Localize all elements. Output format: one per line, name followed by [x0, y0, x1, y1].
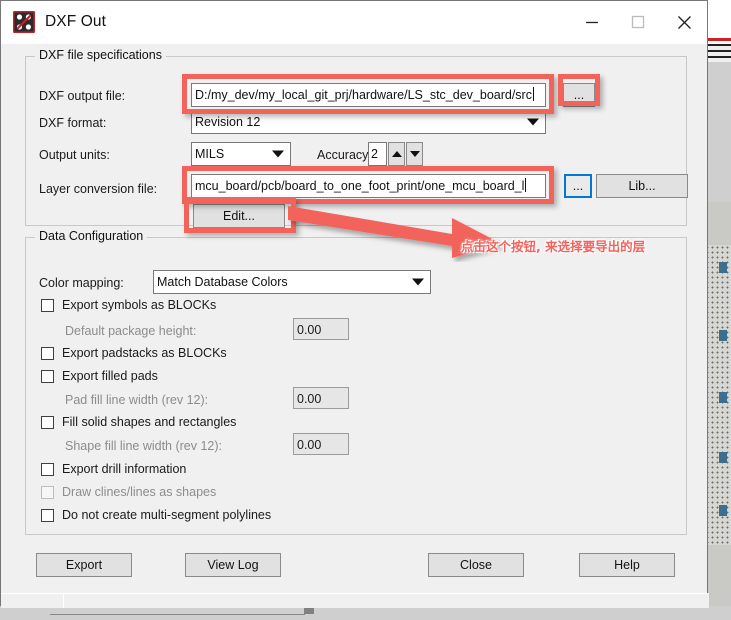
checkbox-export-filled-pads[interactable]: Export filled pads [41, 369, 158, 383]
checkbox-box [41, 369, 54, 383]
checkbox-label: Fill solid shapes and rectangles [62, 415, 237, 429]
dxf-file-specifications-legend: DXF file specifications [35, 48, 166, 62]
checkbox-box [41, 462, 54, 476]
checkbox-box [41, 485, 54, 499]
checkbox-label: Export symbols as BLOCKs [62, 298, 217, 312]
view-log-button-label: View Log [207, 558, 259, 572]
dxf-output-file-browse-button[interactable]: ... [563, 83, 595, 107]
accuracy-increment-button[interactable] [388, 142, 405, 166]
triangle-down-icon [409, 151, 420, 157]
data-configuration-legend: Data Configuration [35, 229, 148, 243]
checkbox-box [41, 415, 54, 429]
pad-fill-line-width-label: Pad fill line width (rev 12): [65, 393, 209, 407]
layer-conversion-file-value: mcu_board/pcb/board_to_one_foot_print/on… [195, 179, 525, 193]
chevron-down-icon [527, 118, 539, 126]
background-red-divider [705, 38, 731, 41]
layer-conversion-lib-button[interactable]: Lib... [596, 174, 688, 198]
status-cell-divider [63, 594, 64, 608]
background-trace [719, 452, 727, 463]
background-gray-area [705, 62, 731, 202]
text-caret [525, 178, 527, 192]
lib-button-label: Lib... [628, 179, 656, 193]
checkbox-label: Export padstacks as BLOCKs [62, 346, 227, 360]
close-button-label: Close [460, 558, 492, 572]
shape-fill-line-width-input[interactable]: 0.00 [293, 433, 349, 455]
layer-conversion-browse-button[interactable]: ... [564, 174, 592, 198]
export-button-label: Export [65, 558, 103, 572]
view-log-button[interactable]: View Log [185, 553, 281, 577]
checkbox-do-not-create-multi-segment-polylines[interactable]: Do not create multi-segment polylines [41, 508, 271, 522]
color-mapping-label: Color mapping: [39, 276, 124, 290]
close-button[interactable]: Close [428, 553, 524, 577]
output-units-value: MILS [195, 147, 225, 161]
accuracy-decrement-button[interactable] [406, 142, 423, 166]
background-status-divider [50, 614, 305, 615]
checkbox-label: Do not create multi-segment polylines [62, 508, 272, 522]
checkbox-export-symbols-as-blocks[interactable]: Export symbols as BLOCKs [41, 298, 216, 312]
layer-conversion-file-label: Layer conversion file: [39, 182, 158, 196]
shape-fill-line-width-label: Shape fill line width (rev 12): [65, 439, 223, 453]
close-icon[interactable] [661, 1, 707, 43]
background-trace [719, 505, 727, 516]
browse-button-label: ... [572, 179, 584, 193]
checkbox-export-padstacks-as-blocks[interactable]: Export padstacks as BLOCKs [41, 346, 227, 360]
dialog-status-strip [1, 593, 709, 608]
layer-conversion-edit-button[interactable]: Edit... [193, 204, 285, 228]
default-package-height-input[interactable]: 0.00 [293, 318, 349, 340]
dxf-app-icon [12, 10, 36, 34]
checkbox-label: Export filled pads [62, 369, 158, 383]
background-trace [719, 262, 727, 273]
minimize-icon[interactable] [569, 1, 615, 43]
chevron-down-icon [412, 278, 424, 286]
dxf-output-file-label: DXF output file: [39, 89, 126, 103]
checkbox-box [41, 508, 54, 522]
pad-fill-line-width-input[interactable]: 0.00 [293, 387, 349, 409]
background-status-bar [0, 606, 731, 620]
checkbox-box [41, 346, 54, 360]
shape-fill-line-width-value: 0.00 [297, 438, 322, 452]
default-package-height-value: 0.00 [297, 323, 322, 337]
background-trace [719, 330, 727, 341]
chevron-down-icon [272, 150, 284, 158]
dxf-out-dialog: DXF Out DXF file specifications DXF outp… [0, 0, 709, 608]
background-dark-line [705, 44, 731, 46]
checkbox-fill-solid-shapes-and-rectangles[interactable]: Fill solid shapes and rectangles [41, 415, 236, 429]
dxf-file-specifications-group: DXF file specifications [25, 48, 687, 226]
checkbox-box [41, 298, 54, 312]
edit-button-label: Edit... [223, 209, 255, 223]
background-dark-line [705, 56, 731, 58]
background-dark-line [705, 50, 731, 52]
color-mapping-value: Match Database Colors [157, 275, 288, 289]
title-bar[interactable]: DXF Out [1, 1, 707, 44]
checkbox-export-drill-information[interactable]: Export drill information [41, 462, 186, 476]
checkbox-label: Draw clines/lines as shapes [62, 485, 217, 499]
background-grid-dots [705, 245, 731, 545]
accuracy-value: 2 [371, 147, 378, 161]
text-caret [532, 87, 534, 101]
pad-fill-line-width-value: 0.00 [297, 392, 322, 406]
output-units-label: Output units: [39, 148, 110, 162]
dxf-format-select[interactable]: Revision 12 [191, 110, 546, 134]
dxf-output-file-input[interactable]: D:/my_dev/my_local_git_prj/hardware/LS_s… [191, 83, 546, 107]
export-button[interactable]: Export [36, 553, 132, 577]
checkbox-label: Export drill information [62, 462, 187, 476]
window-title: DXF Out [45, 13, 106, 30]
dxf-format-label: DXF format: [39, 116, 107, 130]
dxf-format-value: Revision 12 [195, 115, 261, 129]
accuracy-input[interactable]: 2 [368, 142, 387, 166]
color-mapping-select[interactable]: Match Database Colors [153, 270, 431, 294]
maximize-icon[interactable] [615, 1, 661, 43]
triangle-up-icon [391, 151, 402, 157]
window-controls [569, 1, 707, 43]
default-package-height-label: Default package height: [65, 324, 197, 338]
help-button-label: Help [614, 558, 640, 572]
output-units-select[interactable]: MILS [191, 142, 291, 166]
background-trace [719, 392, 727, 403]
layer-conversion-file-input[interactable]: mcu_board/pcb/board_to_one_foot_print/on… [191, 174, 546, 198]
dxf-output-file-value: D:/my_dev/my_local_git_prj/hardware/LS_s… [195, 88, 532, 102]
accuracy-label: Accuracy: [317, 148, 372, 162]
help-button[interactable]: Help [579, 553, 675, 577]
checkbox-draw-clines-as-shapes: Draw clines/lines as shapes [41, 485, 216, 499]
browse-button-label: ... [573, 88, 585, 102]
